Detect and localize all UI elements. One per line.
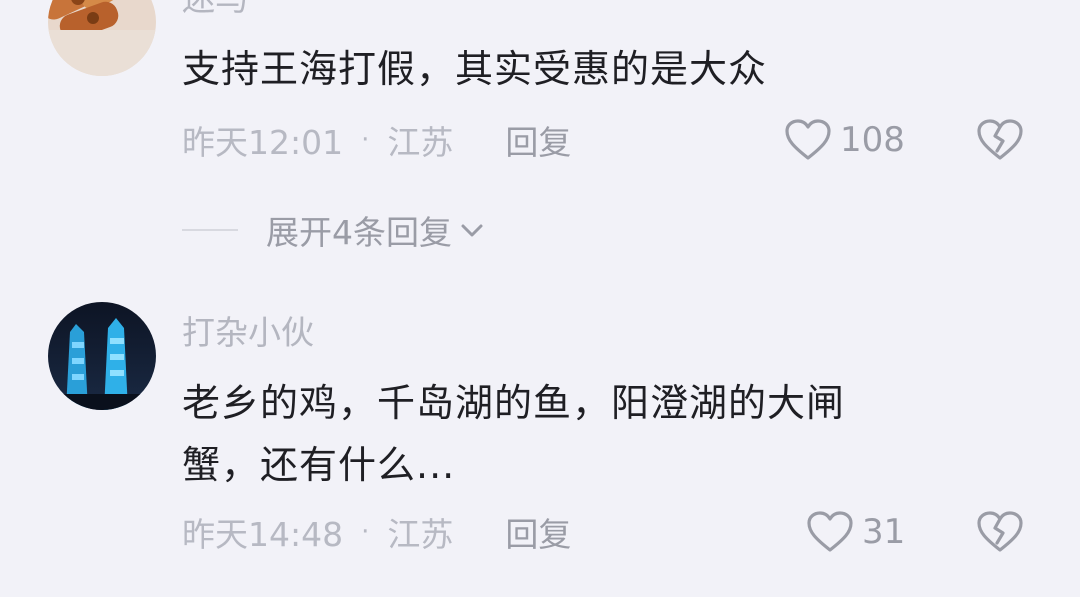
heart-outline-icon [807,511,853,552]
dislike-button[interactable] [976,118,1024,166]
separator-dot: · [361,125,370,155]
comment-text: 老乡的鸡，千岛湖的鱼，阳澄湖的大闸 蟹，还有什么... [182,372,982,496]
avatar[interactable] [48,302,156,410]
divider-line [182,229,238,231]
timestamp: 昨天12:01 [182,123,344,162]
comment-text: 支持王海打假，其实受惠的是大众 [182,47,768,91]
comment-meta: 昨天12:01 · 江苏 回复 [182,120,571,162]
chevron-down-icon [461,224,483,237]
broken-heart-icon [977,511,1023,552]
location: 江苏 [387,515,454,554]
comment-text-line: 老乡的鸡，千岛湖的鱼，阳澄湖的大闸 [182,381,846,425]
avatar-image [48,302,156,410]
comment-text-line: 蟹，还有什么... [182,443,456,487]
like-count: 108 [840,120,905,160]
location: 江苏 [387,123,454,162]
broken-heart-icon [977,119,1023,160]
dislike-button[interactable] [976,510,1024,558]
username[interactable]: 打杂小伙 [182,316,314,349]
expand-replies-label: 展开4条回复 [266,213,452,252]
reply-button[interactable]: 回复 [505,116,571,164]
heart-outline-icon [785,119,831,160]
like-count: 31 [862,512,906,552]
username[interactable]: 迷马 [182,0,248,15]
comment-meta: 昨天14:48 · 江苏 回复 [182,512,571,554]
separator-dot: · [361,517,370,547]
timestamp: 昨天14:48 [182,515,344,554]
reply-button[interactable]: 回复 [505,508,571,556]
like-button[interactable]: 31 [806,508,905,556]
like-button[interactable]: 108 [784,116,905,164]
expand-replies-button[interactable]: 展开4条回复 [182,210,486,252]
avatar-image [48,0,156,76]
avatar[interactable] [48,0,156,76]
